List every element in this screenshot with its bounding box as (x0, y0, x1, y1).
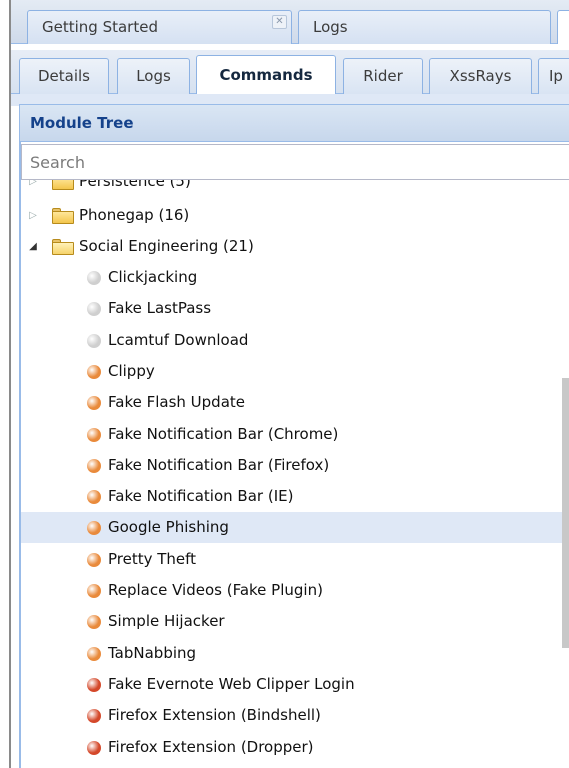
tab-label: Logs (313, 18, 348, 36)
tree-module-item[interactable]: Clippy (21, 356, 569, 387)
module-label: Fake Flash Update (108, 393, 245, 411)
tree-module-item[interactable]: Fake Notification Bar (Chrome) (21, 419, 569, 450)
tree-folder-social-engineering[interactable]: ◢ Social Engineering (21) (21, 231, 569, 262)
tab-details[interactable]: Details (19, 58, 109, 94)
folder-label: Persistence (5) (79, 180, 191, 190)
status-dot-icon (87, 678, 101, 692)
tab-ipec[interactable]: Ip (538, 58, 569, 94)
close-icon[interactable]: ✕ (272, 15, 287, 29)
tab-label: Commands (219, 66, 313, 84)
folder-label: Social Engineering (21) (79, 237, 254, 255)
expand-arrow-icon[interactable]: ▷ (28, 180, 38, 197)
folder-open-icon (52, 239, 74, 255)
status-dot-icon (87, 365, 101, 379)
folder-icon (52, 208, 74, 224)
tree-module-item[interactable]: Google Phishing (21, 512, 569, 543)
status-dot-icon (87, 647, 101, 661)
tab-xssrays[interactable]: XssRays (429, 58, 532, 94)
status-dot-icon (87, 521, 101, 535)
expand-arrow-icon[interactable]: ▷ (28, 200, 38, 231)
module-label: Fake LastPass (108, 299, 212, 317)
tab-label: Getting Started (42, 18, 158, 36)
status-dot-icon (87, 490, 101, 504)
module-label: Fake Notification Bar (IE) (108, 487, 294, 505)
tab-label: XssRays (449, 67, 512, 85)
status-dot-icon (87, 709, 101, 723)
module-label: Google Phishing (108, 518, 229, 536)
scrollbar[interactable] (562, 378, 569, 648)
tab-commands[interactable]: Commands (196, 55, 336, 95)
tab-label: Logs (136, 67, 171, 85)
tab-logs[interactable]: Logs (298, 10, 551, 44)
module-label: Fake Notification Bar (Chrome) (108, 425, 339, 443)
module-label: Pretty Theft (108, 550, 197, 568)
search-box[interactable] (21, 144, 569, 180)
folder-label: Phonegap (16) (79, 206, 190, 224)
module-label: Fake Notification Bar (Firefox) (108, 456, 330, 474)
status-dot-icon (87, 584, 101, 598)
tree-module-item[interactable]: Firefox Extension (Dropper) (21, 732, 569, 763)
tree-module-item[interactable]: Fake LastPass (21, 293, 569, 324)
folder-icon (52, 180, 74, 190)
panel-title: Module Tree (19, 104, 569, 142)
status-dot-icon (87, 553, 101, 567)
status-dot-icon (87, 459, 101, 473)
tree-module-item[interactable]: Pretty Theft (21, 544, 569, 575)
module-label: TabNabbing (108, 644, 197, 662)
top-tab-bar: Getting Started ✕ Logs C (11, 0, 569, 44)
tree-module-item[interactable]: Fake Notification Bar (Firefox) (21, 450, 569, 481)
tree-module-item[interactable]: Simple Hijacker (21, 606, 569, 637)
status-dot-icon (87, 302, 101, 316)
module-label: Firefox Extension (Dropper) (108, 738, 314, 756)
module-tree[interactable]: ▷ Persistence (5) ▷ Phonegap (16) ◢ Soci… (21, 180, 569, 768)
tab-label: Details (37, 67, 90, 85)
tree-module-item[interactable]: Lcamtuf Download (21, 325, 569, 356)
module-label: Clickjacking (108, 268, 198, 286)
status-dot-icon (87, 615, 101, 629)
tree-module-item[interactable]: Firefox Extension (Bindshell) (21, 700, 569, 731)
tab-getting-started[interactable]: Getting Started ✕ (27, 10, 292, 44)
tab-label: Rider (363, 67, 403, 85)
tab-current[interactable]: C (557, 10, 569, 44)
tree-module-item[interactable]: Replace Videos (Fake Plugin) (21, 575, 569, 606)
tree-module-item[interactable]: Fake Flash Update (21, 387, 569, 418)
module-label: Simple Hijacker (108, 612, 225, 630)
tab-label: Ip (549, 67, 563, 85)
sub-tab-bar: Details Logs Commands Rider XssRays Ip (11, 44, 569, 95)
status-dot-icon (87, 271, 101, 285)
status-dot-icon (87, 428, 101, 442)
collapse-arrow-icon[interactable]: ◢ (28, 231, 38, 262)
tree-module-item[interactable]: TabNabbing (21, 638, 569, 669)
tree-module-item[interactable]: Fake Notification Bar (IE) (21, 481, 569, 512)
tree-folder-phonegap[interactable]: ▷ Phonegap (16) (21, 200, 569, 231)
module-label: Replace Videos (Fake Plugin) (108, 581, 323, 599)
status-dot-icon (87, 396, 101, 410)
status-dot-icon (87, 334, 101, 348)
module-label: Lcamtuf Download (108, 331, 249, 349)
search-input[interactable] (22, 145, 569, 179)
module-label: Fake Evernote Web Clipper Login (108, 675, 355, 693)
tree-module-item[interactable]: Fake Evernote Web Clipper Login (21, 669, 569, 700)
tree-module-item[interactable]: Clickjacking (21, 262, 569, 293)
tab-rider[interactable]: Rider (343, 58, 423, 94)
module-label: Firefox Extension (Bindshell) (108, 706, 321, 724)
tab-logs-sub[interactable]: Logs (117, 58, 190, 94)
status-dot-icon (87, 741, 101, 755)
tree-folder-persistence[interactable]: ▷ Persistence (5) (21, 180, 569, 197)
module-label: Clippy (108, 362, 155, 380)
